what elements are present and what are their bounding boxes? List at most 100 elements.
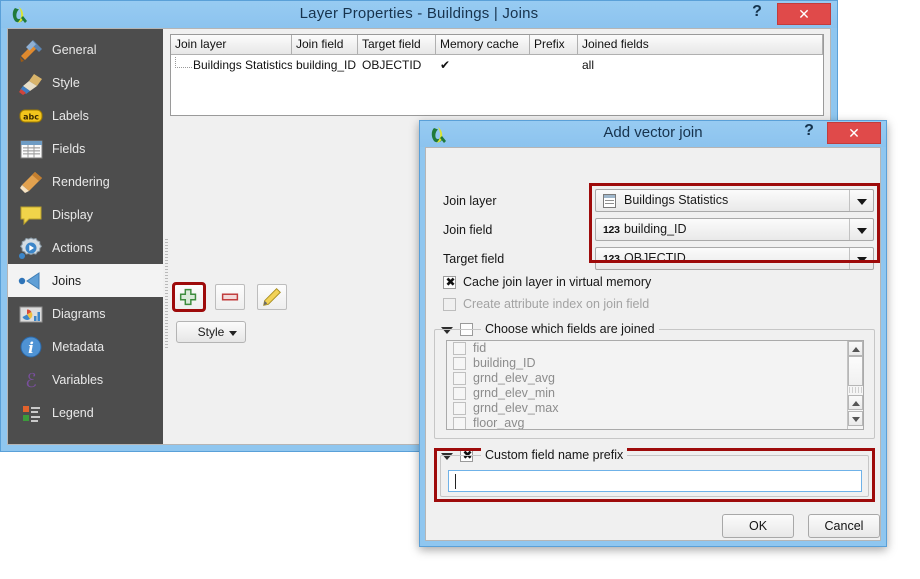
chevron-down-icon [852, 417, 860, 422]
text-caret [455, 474, 456, 489]
column-header-target-field[interactable]: Target field [358, 35, 436, 55]
joins-table[interactable]: Join layer Join field Target field Memor… [170, 34, 824, 116]
chevron-down-icon [857, 257, 867, 263]
fields-list-scrollbar[interactable] [847, 341, 863, 429]
scroll-up-button-2[interactable] [848, 395, 863, 410]
dialog-help-button[interactable]: ? [799, 122, 819, 142]
sidebar-item-general[interactable]: General [8, 33, 163, 66]
display-icon [17, 202, 45, 228]
sidebar-item-metadata[interactable]: i Metadata [8, 330, 163, 363]
column-header-joined-fields[interactable]: Joined fields [578, 35, 823, 55]
sidebar-item-style[interactable]: Style [8, 66, 163, 99]
sidebar-item-variables[interactable]: ℰ Variables [8, 363, 163, 396]
custom-prefix-input[interactable] [448, 470, 862, 492]
list-item[interactable]: floor_avg [447, 416, 863, 430]
field-checkbox[interactable] [453, 402, 466, 415]
cache-join-layer-label: Cache join layer in virtual memory [463, 275, 651, 289]
sidebar-item-label: Metadata [52, 340, 104, 354]
pencil-icon [258, 285, 286, 309]
field-checkbox[interactable] [453, 387, 466, 400]
style-icon [17, 70, 45, 96]
close-button[interactable]: ✕ [777, 3, 831, 25]
cell-memory-cache: ✔ [436, 56, 530, 72]
create-attribute-index-label: Create attribute index on join field [463, 297, 649, 311]
sidebar-item-label: Display [52, 208, 93, 222]
column-header-join-field[interactable]: Join field [292, 35, 358, 55]
field-checkbox[interactable] [453, 342, 466, 355]
dialog-close-button[interactable]: ✕ [827, 122, 881, 144]
column-header-memory-cache[interactable]: Memory cache [436, 35, 530, 55]
list-item[interactable]: fid [447, 341, 863, 356]
sidebar-item-label: Rendering [52, 175, 110, 189]
joins-table-header: Join layer Join field Target field Memor… [171, 35, 823, 55]
number-icon: 123 [603, 248, 620, 270]
join-field-value: building_ID [624, 219, 687, 240]
tree-branch-icon [175, 57, 192, 68]
chevron-down-icon [229, 331, 237, 336]
field-checkbox[interactable] [453, 372, 466, 385]
metadata-icon: i [17, 334, 45, 360]
column-header-join-layer[interactable]: Join layer [171, 35, 292, 55]
diagrams-icon [17, 301, 45, 327]
chevron-down-icon [857, 228, 867, 234]
cell-target-field: OBJECTID [358, 56, 436, 72]
field-name: building_ID [473, 356, 536, 370]
list-item[interactable]: grnd_elev_avg [447, 371, 863, 386]
cell-join-layer: Buildings Statistics [171, 56, 292, 72]
field-name: grnd_elev_min [473, 386, 555, 400]
sidebar-item-labels[interactable]: abc Labels [8, 99, 163, 132]
main-titlebar[interactable]: Layer Properties - Buildings | Joins ? ✕ [1, 1, 837, 28]
sidebar-item-legend[interactable]: Legend [8, 396, 163, 429]
variables-icon: ℰ [17, 367, 45, 393]
remove-join-button[interactable] [215, 284, 245, 310]
join-field-combo[interactable]: 123 building_ID [595, 218, 874, 241]
style-button[interactable]: Style [176, 321, 246, 343]
add-join-button[interactable] [174, 284, 204, 310]
sidebar-splitter[interactable] [163, 29, 170, 444]
table-row[interactable]: Buildings Statistics building_ID OBJECTI… [171, 55, 823, 72]
cell-joined-fields: all [578, 56, 823, 72]
joined-fields-list[interactable]: fid building_ID grnd_elev_avg grnd_elev_… [446, 340, 864, 430]
sidebar-item-label: Fields [52, 142, 85, 156]
create-attribute-index-checkbox [443, 298, 456, 311]
sidebar-item-rendering[interactable]: Rendering [8, 165, 163, 198]
target-field-label: Target field [443, 247, 504, 271]
sidebar-item-label: Actions [52, 241, 93, 255]
list-item[interactable]: grnd_elev_max [447, 401, 863, 416]
target-field-dropdown[interactable] [849, 248, 873, 269]
field-checkbox[interactable] [453, 357, 466, 370]
help-button[interactable]: ? [747, 3, 767, 23]
target-field-combo[interactable]: 123 OBJECTID [595, 247, 874, 270]
scrollbar-track[interactable] [849, 387, 862, 393]
scroll-up-button[interactable] [848, 341, 863, 356]
column-header-prefix[interactable]: Prefix [530, 35, 578, 55]
list-item[interactable]: grnd_elev_min [447, 386, 863, 401]
sidebar-item-label: Joins [52, 274, 81, 288]
general-icon [17, 37, 45, 63]
join-layer-row: Join layer Buildings Statistics [426, 189, 880, 213]
sidebar-item-actions[interactable]: Actions [8, 231, 163, 264]
choose-fields-label: Choose which fields are joined [481, 322, 659, 336]
sidebar-item-display[interactable]: Display [8, 198, 163, 231]
join-layer-combo[interactable]: Buildings Statistics [595, 189, 874, 212]
ok-button[interactable]: OK [722, 514, 794, 538]
minus-icon [216, 285, 244, 309]
list-item[interactable]: building_ID [447, 356, 863, 371]
join-field-dropdown[interactable] [849, 219, 873, 240]
field-checkbox[interactable] [453, 417, 466, 430]
svg-text:i: i [28, 339, 34, 357]
join-layer-dropdown[interactable] [849, 190, 873, 211]
rendering-icon [17, 169, 45, 195]
sidebar-item-fields[interactable]: Fields [8, 132, 163, 165]
scroll-down-button[interactable] [848, 411, 863, 426]
labels-icon: abc [17, 103, 45, 129]
sidebar-item-label: Diagrams [52, 307, 106, 321]
cancel-button[interactable]: Cancel [808, 514, 880, 538]
sidebar-item-diagrams[interactable]: Diagrams [8, 297, 163, 330]
sidebar-item-joins[interactable]: Joins [8, 264, 163, 297]
dialog-titlebar[interactable]: Add vector join ? ✕ [420, 121, 886, 147]
edit-join-button[interactable] [257, 284, 287, 310]
scrollbar-thumb[interactable] [848, 356, 863, 386]
target-field-row: Target field 123 OBJECTID [426, 247, 880, 271]
cache-join-layer-checkbox[interactable] [443, 276, 456, 289]
